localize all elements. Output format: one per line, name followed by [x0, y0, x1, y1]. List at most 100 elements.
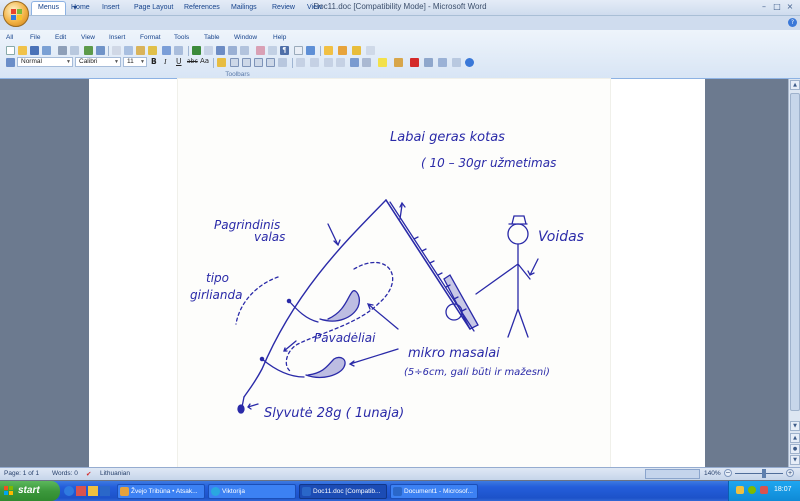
symbol-icon[interactable] [438, 58, 447, 67]
cut-icon[interactable] [112, 46, 121, 55]
save-doc-icon[interactable] [30, 46, 39, 55]
align-right-icon[interactable] [254, 58, 263, 67]
font-color-icon[interactable] [410, 58, 419, 67]
tab-references[interactable]: References [178, 2, 226, 14]
menu-edit[interactable]: Edit [55, 34, 66, 41]
numbering-icon[interactable] [296, 58, 305, 67]
maximize-button[interactable]: □ [771, 2, 783, 13]
undo-toolbar-icon[interactable] [162, 46, 171, 55]
minimize-button[interactable]: – [758, 2, 770, 13]
clock[interactable]: 18:07 [774, 486, 792, 493]
zoom-level[interactable]: 140% [704, 470, 721, 477]
zoom-out-button[interactable]: – [724, 469, 732, 477]
columns-icon[interactable] [240, 46, 249, 55]
quicklaunch-app-icon[interactable] [76, 486, 86, 496]
new-icon[interactable] [6, 46, 15, 55]
font-size-select[interactable]: 11 ▼ [123, 57, 147, 67]
office-button[interactable] [3, 1, 29, 27]
scroll-down-button[interactable]: ▼ [790, 421, 800, 431]
permission-icon[interactable] [42, 46, 51, 55]
toolbar-options-icon[interactable] [366, 46, 375, 55]
tab-review[interactable]: Review [266, 2, 301, 14]
menu-window[interactable]: Window [234, 34, 257, 41]
next-page-button[interactable]: ▼ [790, 455, 800, 465]
mailing-icon[interactable] [324, 46, 333, 55]
menu-view[interactable]: View [81, 34, 95, 41]
taskbar-item-document1[interactable]: Document1 - Microsof... [390, 484, 478, 499]
print-icon[interactable] [58, 46, 67, 55]
justify-icon[interactable] [266, 58, 275, 67]
taskbar-item-doc11[interactable]: Doc11.doc [Compatib... [299, 484, 387, 499]
menu-table[interactable]: Table [204, 34, 220, 41]
effects-icon[interactable] [424, 58, 433, 67]
open-icon[interactable] [18, 46, 27, 55]
tab-home[interactable]: Home [65, 2, 96, 14]
view-buttons[interactable] [645, 469, 700, 479]
tab-menus[interactable]: Menus [31, 1, 67, 15]
styles-icon[interactable] [6, 58, 15, 67]
sort-icon[interactable] [350, 58, 359, 67]
borders-icon[interactable] [362, 58, 371, 67]
tray-icon[interactable] [760, 486, 768, 494]
menu-insert[interactable]: Insert [109, 34, 125, 41]
hyperlink-icon[interactable] [192, 46, 201, 55]
review-icon[interactable] [338, 46, 347, 55]
tray-icon[interactable] [736, 486, 744, 494]
redo-toolbar-icon[interactable] [174, 46, 183, 55]
language[interactable]: Lithuanian [100, 470, 130, 477]
text-highlight-icon[interactable] [217, 58, 226, 67]
tab-insert[interactable]: Insert [96, 2, 126, 14]
increase-indent-icon[interactable] [336, 58, 345, 67]
copy-icon[interactable] [124, 46, 133, 55]
read-icon[interactable] [306, 46, 315, 55]
tab-page-layout[interactable]: Page Layout [128, 2, 179, 14]
pilcrow-icon[interactable]: ¶ [280, 46, 289, 55]
clear-format-icon[interactable] [452, 58, 461, 67]
menu-tools[interactable]: Tools [174, 34, 189, 41]
zoom-in-button[interactable]: + [786, 469, 794, 477]
print-preview-icon[interactable] [70, 46, 79, 55]
excel-icon[interactable] [228, 46, 237, 55]
tray-icon[interactable] [748, 486, 756, 494]
tab-mailings[interactable]: Mailings [225, 2, 263, 14]
shading-icon[interactable] [394, 58, 403, 67]
menu-file[interactable]: File [30, 34, 40, 41]
track-changes-icon[interactable] [352, 46, 361, 55]
quicklaunch-folder-icon[interactable] [88, 486, 98, 496]
drawing-icon[interactable] [256, 46, 265, 55]
scroll-thumb[interactable] [790, 93, 800, 411]
bold-button[interactable]: B [151, 57, 157, 66]
format-painter-icon[interactable] [148, 46, 157, 55]
line-spacing-icon[interactable] [278, 58, 287, 67]
align-center-icon[interactable] [242, 58, 251, 67]
change-case-button[interactable]: Aa [200, 57, 209, 65]
embedded-image[interactable]: Labai geras kotas ( 10 – 30gr užmetimas … [178, 79, 610, 467]
menu-help[interactable]: Help [273, 34, 286, 41]
bullets-icon[interactable] [310, 58, 319, 67]
proofing-icon[interactable]: ✔ [86, 470, 91, 478]
font-select[interactable]: Calibri ▼ [75, 57, 121, 67]
decrease-indent-icon[interactable] [324, 58, 333, 67]
tables-icon[interactable] [204, 46, 213, 55]
word-count[interactable]: Words: 0 [52, 470, 78, 477]
scroll-up-button[interactable]: ▲ [790, 80, 800, 90]
menu-all[interactable]: All [6, 34, 13, 41]
taskbar-item-skype[interactable]: Viktorija [208, 484, 296, 499]
tab-view[interactable]: View [301, 2, 328, 14]
style-select[interactable]: Normal ▼ [17, 57, 73, 67]
help-icon[interactable]: ? [788, 18, 797, 27]
paste-icon[interactable] [136, 46, 145, 55]
insert-table-icon[interactable] [216, 46, 225, 55]
strikethrough-button[interactable]: abc [187, 58, 198, 65]
help-toolbar-icon[interactable] [465, 58, 474, 67]
previous-page-button[interactable]: ▲ [790, 433, 800, 443]
underline-button[interactable]: U [176, 57, 182, 66]
highlight-color-icon[interactable] [378, 58, 387, 67]
taskbar-item-browser[interactable]: Žvejo Tribūna • Atsak... [117, 484, 205, 499]
italic-button[interactable]: I [164, 57, 167, 66]
page-count[interactable]: Page: 1 of 1 [4, 470, 39, 477]
spelling-icon[interactable] [84, 46, 93, 55]
zoom-slider[interactable] [735, 473, 783, 474]
zoom-slider-thumb[interactable] [762, 469, 766, 478]
document-map-icon[interactable] [268, 46, 277, 55]
